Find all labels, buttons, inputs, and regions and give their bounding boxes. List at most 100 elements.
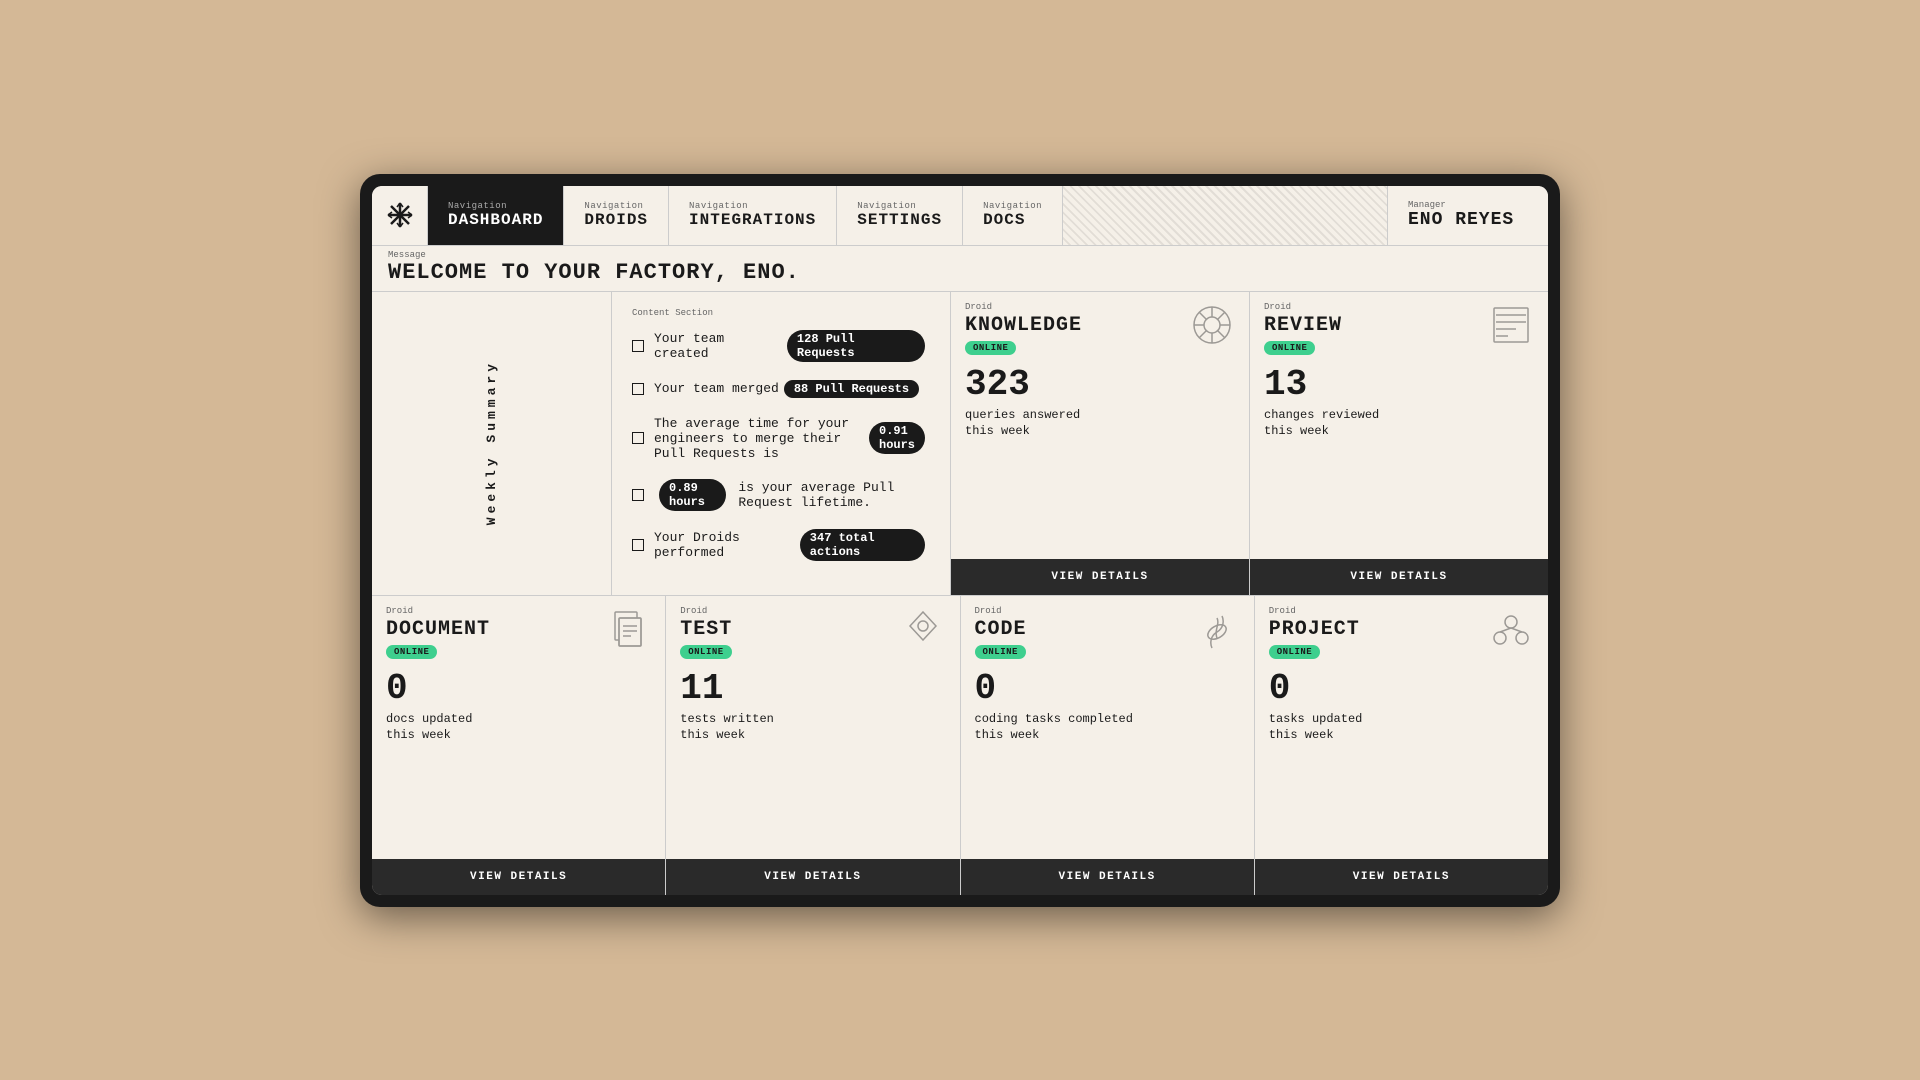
review-stat-number: 13	[1264, 367, 1534, 403]
nav-droids-label-small: Navigation	[584, 201, 648, 211]
welcome-bar: Message WELCOME TO YOUR FACTORY, ENO.	[372, 246, 1548, 292]
header-hatch	[1063, 186, 1388, 245]
nav-droids[interactable]: Navigation DROIDS	[564, 186, 669, 245]
knowledge-stat-number: 323	[965, 367, 1235, 403]
project-footer: VIEW DETAILS	[1255, 859, 1548, 895]
welcome-text: WELCOME TO YOUR FACTORY, ENO.	[388, 260, 1532, 285]
test-stat-number: 11	[680, 671, 945, 707]
manager-name: ENO REYES	[1408, 210, 1528, 230]
document-stat-number: 0	[386, 671, 651, 707]
weekly-summary-label: Weekly Summary	[484, 360, 499, 525]
knowledge-footer: VIEW DETAILS	[951, 559, 1249, 595]
summary-badge-4: 347 total actions	[800, 529, 925, 561]
project-content-area: 0 tasks updated this week	[1255, 659, 1548, 859]
checkbox-icon-4	[632, 539, 644, 551]
factory-logo	[372, 186, 428, 245]
content-section-label: Content Section	[632, 308, 930, 318]
project-icon	[1486, 604, 1536, 659]
code-online-badge: ONLINE	[975, 645, 1026, 659]
code-content-area: 0 coding tasks completed this week	[961, 659, 1254, 859]
test-icon	[898, 604, 948, 659]
nav-integrations[interactable]: Navigation INTEGRATIONS	[669, 186, 837, 245]
summary-badge-1: 88 Pull Requests	[784, 380, 919, 398]
checkbox-icon-2	[632, 432, 644, 444]
code-icon	[1192, 604, 1242, 659]
test-stat-label: tests written this week	[680, 711, 945, 745]
snowflake-icon	[384, 199, 416, 231]
document-stat-label: docs updated this week	[386, 711, 651, 745]
summary-prefix-4: Your Droids performed	[654, 530, 795, 560]
code-card: Droid CODE ONLINE 0 coding tasks com	[961, 596, 1255, 895]
summary-item-4: Your Droids performed 347 total actions	[632, 529, 930, 561]
code-stat-number: 0	[975, 671, 1240, 707]
screen: Navigation DASHBOARD Navigation DROIDS N…	[372, 186, 1548, 895]
checkbox-icon-3	[632, 489, 644, 501]
manager-label: Manager	[1408, 200, 1528, 210]
nav-docs-label-small: Navigation	[983, 201, 1042, 211]
review-footer: VIEW DETAILS	[1250, 559, 1548, 595]
nav-dashboard-title: DASHBOARD	[448, 211, 543, 229]
project-online-badge: ONLINE	[1269, 645, 1320, 659]
code-footer: VIEW DETAILS	[961, 859, 1254, 895]
project-card: Droid PROJECT ONLINE 0	[1255, 596, 1548, 895]
test-footer: VIEW DETAILS	[666, 859, 959, 895]
checkbox-icon-0	[632, 340, 644, 352]
review-stat-label: changes reviewed this week	[1264, 407, 1534, 441]
knowledge-view-details-button[interactable]: VIEW DETAILS	[951, 559, 1249, 595]
nav-settings-label-small: Navigation	[857, 201, 942, 211]
document-online-badge: ONLINE	[386, 645, 437, 659]
review-view-details-button[interactable]: VIEW DETAILS	[1250, 559, 1548, 595]
project-view-details-button[interactable]: VIEW DETAILS	[1255, 859, 1548, 895]
test-view-details-button[interactable]: VIEW DETAILS	[666, 859, 959, 895]
nav-settings-title: SETTINGS	[857, 211, 942, 229]
test-online-badge: ONLINE	[680, 645, 731, 659]
nav-dashboard-label-small: Navigation	[448, 201, 543, 211]
checkbox-icon-1	[632, 383, 644, 395]
summary-badge-2: 0.91 hours	[869, 422, 925, 454]
code-view-details-button[interactable]: VIEW DETAILS	[961, 859, 1254, 895]
weekly-summary-panel: Weekly Summary	[372, 292, 612, 595]
device-frame: Navigation DASHBOARD Navigation DROIDS N…	[360, 174, 1560, 907]
document-icon	[603, 604, 653, 659]
top-section: Weekly Summary Content Section Your team…	[372, 292, 1548, 596]
summary-prefix-2: The average time for your engineers to m…	[654, 416, 856, 461]
review-card: Droid REVIEW ONLINE 13	[1250, 292, 1548, 595]
nav-dashboard[interactable]: Navigation DASHBOARD	[428, 186, 564, 245]
nav-docs[interactable]: Navigation DOCS	[963, 186, 1063, 245]
summary-prefix-1: Your team merged	[654, 381, 779, 396]
summary-item-1: Your team merged 88 Pull Requests	[632, 380, 930, 398]
summary-badge-3: 0.89 hours	[659, 479, 726, 511]
summary-prefix-0: Your team created	[654, 331, 782, 361]
bottom-section: Droid DOCUMENT ONLINE	[372, 596, 1548, 895]
document-view-details-button[interactable]: VIEW DETAILS	[372, 859, 665, 895]
nav-settings[interactable]: Navigation SETTINGS	[837, 186, 963, 245]
review-icon	[1486, 300, 1536, 355]
document-footer: VIEW DETAILS	[372, 859, 665, 895]
nav-droids-title: DROIDS	[584, 211, 648, 229]
project-stat-number: 0	[1269, 671, 1534, 707]
knowledge-online-badge: ONLINE	[965, 341, 1016, 355]
summary-item-0: Your team created 128 Pull Requests	[632, 330, 930, 362]
knowledge-content-area: 323 queries answered this week	[951, 355, 1249, 559]
project-stat-label: tasks updated this week	[1269, 711, 1534, 745]
nav-docs-title: DOCS	[983, 211, 1042, 229]
summary-item-2: The average time for your engineers to m…	[632, 416, 930, 461]
knowledge-card: Droid KNOWLEDGE ONLINE	[951, 292, 1250, 595]
nav-integrations-title: INTEGRATIONS	[689, 211, 816, 229]
knowledge-stat-label: queries answered this week	[965, 407, 1235, 441]
knowledge-icon	[1187, 300, 1237, 355]
code-stat-label: coding tasks completed this week	[975, 711, 1240, 745]
document-card: Droid DOCUMENT ONLINE	[372, 596, 666, 895]
manager-section: Manager ENO REYES	[1388, 186, 1548, 245]
review-content-area: 13 changes reviewed this week	[1250, 355, 1548, 559]
test-content-area: 11 tests written this week	[666, 659, 959, 859]
summary-badge-0: 128 Pull Requests	[787, 330, 925, 362]
nav-integrations-label-small: Navigation	[689, 201, 816, 211]
document-content-area: 0 docs updated this week	[372, 659, 665, 859]
summary-item-3: 0.89 hours is your average Pull Request …	[632, 479, 930, 511]
welcome-label-small: Message	[388, 250, 1532, 260]
review-online-badge: ONLINE	[1264, 341, 1315, 355]
header: Navigation DASHBOARD Navigation DROIDS N…	[372, 186, 1548, 246]
summary-suffix-3: is your average Pull Request lifetime.	[738, 480, 930, 510]
content-section: Content Section Your team created 128 Pu…	[612, 292, 951, 595]
